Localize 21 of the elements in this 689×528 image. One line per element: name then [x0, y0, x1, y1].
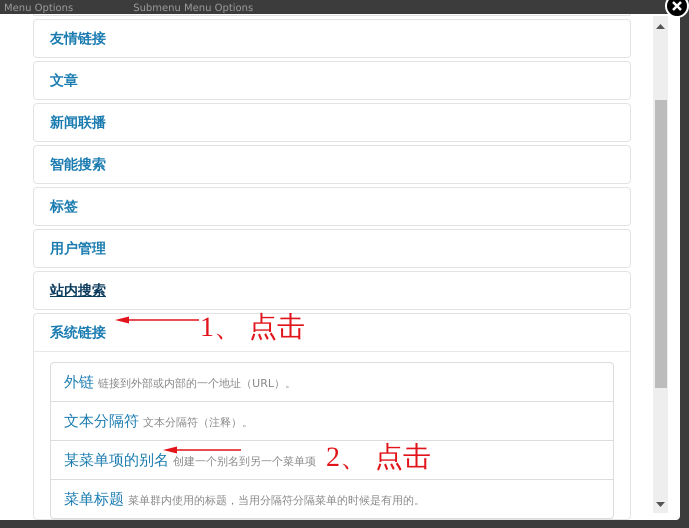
- annotation-text: 1、 点击: [200, 311, 305, 345]
- scrollbar-thumb[interactable]: [655, 100, 667, 388]
- scroll-down-icon[interactable]: [656, 502, 665, 507]
- panel-title[interactable]: 友情链接: [50, 30, 106, 48]
- menu-type-item[interactable]: 某菜单项的别名 创建一个别名到另一个菜单项: [64, 450, 316, 470]
- panel-title[interactable]: 文章: [50, 72, 78, 90]
- menu-type-item[interactable]: 外链 链接到外部或内部的一个地址（URL）。: [64, 372, 296, 392]
- panel-title[interactable]: 系统链接: [50, 324, 106, 342]
- menu-type-item[interactable]: 菜单标题 菜单群内使用的标题，当用分隔符分隔菜单的时候是有用的。: [64, 490, 426, 508]
- background-tab-label: Menu Options: [4, 3, 74, 14]
- annotation-text: 2、 点击: [326, 441, 431, 475]
- panel-title[interactable]: 智能搜索: [50, 156, 106, 174]
- scrollbar[interactable]: [653, 16, 668, 513]
- background-tab-label: Submenu Menu Options: [133, 3, 254, 14]
- panel-title[interactable]: 标签: [50, 198, 78, 216]
- menu-type-item[interactable]: 文本分隔符 文本分隔符（注释）。: [64, 412, 254, 430]
- close-icon[interactable]: [665, 0, 689, 18]
- panel-title[interactable]: 站内搜索: [50, 282, 106, 300]
- panel-title[interactable]: 用户管理: [50, 240, 106, 258]
- scroll-up-icon[interactable]: [656, 24, 665, 29]
- panel-title[interactable]: 新闻联播: [50, 114, 106, 132]
